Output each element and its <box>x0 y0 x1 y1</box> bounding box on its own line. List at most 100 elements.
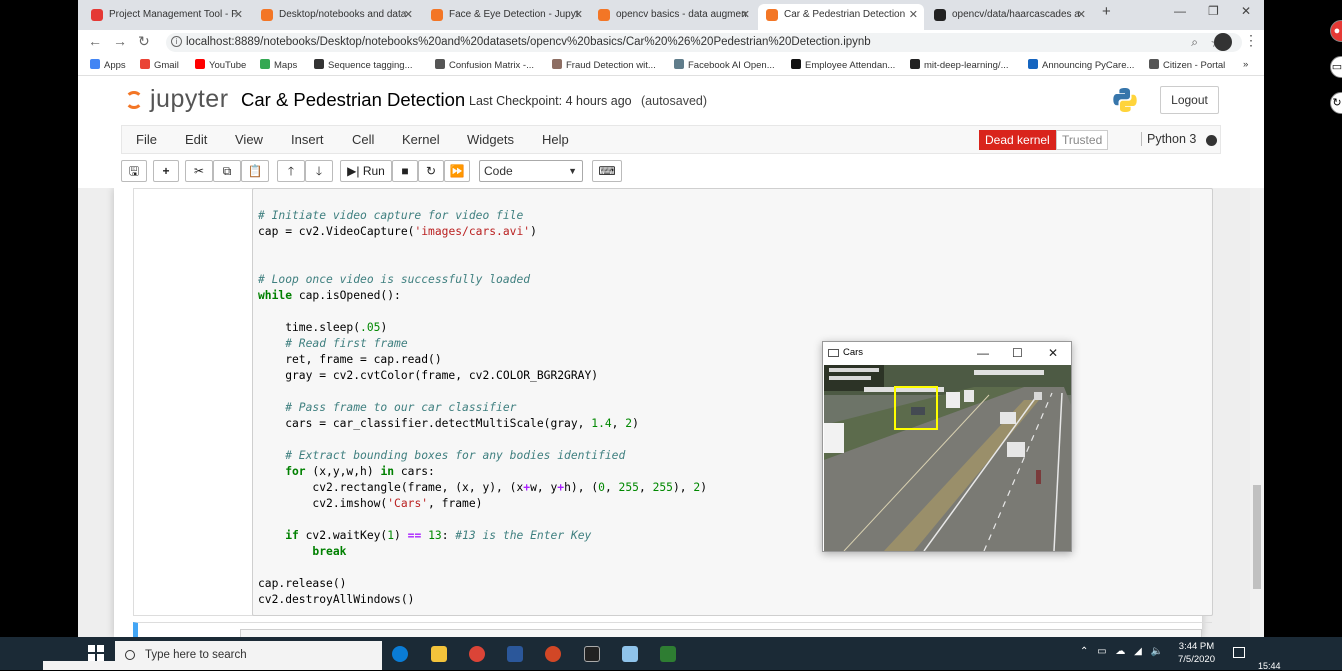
code-token: ) <box>530 225 537 238</box>
system-tray[interactable]: ⌃ ▭ ☁ ◢ 🔈 <box>1080 646 1166 657</box>
code-token: cap.release() <box>258 577 347 590</box>
bookmark-item[interactable]: Gmail <box>140 59 179 71</box>
code-line: gray = cv2.cvtColor(frame, cv2.COLOR_BGR… <box>258 368 707 384</box>
menu-edit[interactable]: Edit <box>185 132 207 147</box>
bookmark-item[interactable]: Announcing PyCare... <box>1028 59 1134 71</box>
browser-tab[interactable]: opencv/data/haarcascades a ✕ <box>926 4 1092 30</box>
next-code-cell[interactable] <box>133 622 1212 637</box>
tab-strip: Project Management Tool - F ✕ Desktop/note… <box>78 0 1264 30</box>
snowflake-app-icon[interactable] <box>622 646 638 662</box>
run-button[interactable]: ▶| Run <box>340 160 392 182</box>
tab-close-icon[interactable]: ✕ <box>909 4 918 26</box>
tab-favicon-icon <box>261 9 273 21</box>
bookmark-favicon-icon <box>552 59 562 69</box>
taskbar-clock[interactable]: 3:44 PM 7/5/2020 <box>1178 640 1215 666</box>
kernel-status-badge[interactable]: Dead kernel <box>979 130 1056 150</box>
edge-icon[interactable] <box>392 646 408 662</box>
bookmarks-overflow-icon[interactable]: » <box>1243 59 1248 70</box>
move-down-icon[interactable]: 🡓 <box>305 160 333 182</box>
interrupt-icon[interactable]: ■ <box>392 160 418 182</box>
zoom-icon[interactable]: ⌕ <box>1191 33 1198 52</box>
bookmark-item[interactable]: Apps <box>90 59 126 71</box>
opencv-window[interactable]: Cars — ☐ ✕ <box>822 341 1072 552</box>
bookmark-item[interactable]: Fraud Detection wit... <box>552 59 656 71</box>
tab-close-icon[interactable]: ✕ <box>234 4 243 26</box>
chrome-icon[interactable] <box>469 646 485 662</box>
forward-icon[interactable]: → <box>113 33 127 49</box>
video-frame <box>824 365 1071 551</box>
tab-close-icon[interactable]: ✕ <box>741 4 750 26</box>
terminal-icon[interactable] <box>584 646 600 662</box>
minimize-icon[interactable]: — <box>977 342 989 364</box>
file-explorer-icon[interactable] <box>431 646 447 662</box>
cut-icon[interactable]: ✂ <box>185 160 213 182</box>
browser-menu-icon[interactable]: ⋮ <box>1244 32 1258 49</box>
bookmark-item[interactable]: Citizen - Portal <box>1149 59 1225 71</box>
notifications-icon[interactable] <box>1233 647 1245 658</box>
tab-favicon-icon <box>91 9 103 21</box>
bookmark-item[interactable]: mit-deep-learning/... <box>910 59 1008 71</box>
browser-tab[interactable]: Face & Eye Detection - Jupyt ✕ <box>423 4 589 30</box>
python-app-icon[interactable] <box>660 646 676 662</box>
browser-tab[interactable]: Car & Pedestrian Detection ✕ <box>758 4 924 30</box>
code-token: #13 is the Enter Key <box>455 529 592 542</box>
restart-run-all-icon[interactable]: ⏩ <box>444 160 470 182</box>
profile-avatar[interactable] <box>1214 33 1232 51</box>
menu-insert[interactable]: Insert <box>291 132 324 147</box>
browser-tab[interactable]: Desktop/notebooks and data ✕ <box>253 4 419 30</box>
site-info-icon[interactable]: i <box>171 36 182 47</box>
window-restore-icon[interactable]: ❐ <box>1208 4 1219 18</box>
menu-kernel[interactable]: Kernel <box>402 132 440 147</box>
move-up-icon[interactable]: 🡑 <box>277 160 305 182</box>
window-close-icon[interactable]: ✕ <box>1241 4 1251 18</box>
notebook-name[interactable]: Car & Pedestrian Detection <box>241 89 465 111</box>
menu-widgets[interactable]: Widgets <box>467 132 514 147</box>
opencv-titlebar[interactable]: Cars — ☐ ✕ <box>823 342 1071 364</box>
tab-close-icon[interactable]: ✕ <box>404 4 413 26</box>
code-editor[interactable]: # Initiate video capture for video file c… <box>258 208 707 608</box>
menu-view[interactable]: View <box>235 132 263 147</box>
keyboard-icon[interactable]: ⌨ <box>592 160 622 182</box>
bookmark-item[interactable]: YouTube <box>195 59 246 71</box>
logout-button[interactable]: Logout <box>1160 86 1219 114</box>
bookmark-item[interactable]: Facebook AI Open... <box>674 59 775 71</box>
notebook-scrollbar[interactable] <box>1250 188 1264 637</box>
bookmark-item[interactable]: Employee Attendan... <box>791 59 895 71</box>
code-line: cv2.imshow('Cars', frame) <box>258 496 707 512</box>
code-token: , <box>638 481 653 494</box>
scrollbar-thumb[interactable] <box>1253 485 1261 589</box>
maximize-icon[interactable]: ☐ <box>1012 342 1023 364</box>
tab-close-icon[interactable]: ✕ <box>574 4 583 26</box>
window-minimize-icon[interactable]: — <box>1174 4 1186 18</box>
new-tab-button[interactable]: + <box>1102 3 1111 20</box>
paste-icon[interactable]: 📋 <box>241 160 269 182</box>
url-field[interactable]: i localhost:8889/notebooks/Desktop/noteb… <box>166 33 1242 52</box>
tab-close-icon[interactable]: ✕ <box>1077 4 1086 26</box>
menu-help[interactable]: Help <box>542 132 569 147</box>
restart-icon[interactable]: ↻ <box>418 160 444 182</box>
word-icon[interactable] <box>507 646 523 662</box>
reload-icon[interactable]: ↻ <box>138 33 150 50</box>
powerpoint-icon[interactable] <box>545 646 561 662</box>
code-token: time.sleep( <box>258 321 361 334</box>
windows-start-icon[interactable] <box>88 645 104 661</box>
back-icon[interactable]: ← <box>88 33 102 49</box>
insert-cell-icon[interactable]: + <box>153 160 179 182</box>
copy-icon[interactable]: ⧉ <box>213 160 241 182</box>
menu-file[interactable]: File <box>136 132 157 147</box>
cell-type-select[interactable]: Code ▼ <box>479 160 583 182</box>
save-icon[interactable]: 🖫 <box>121 160 147 182</box>
bookmark-item[interactable]: Sequence tagging... <box>314 59 413 71</box>
jupyter-logo[interactable]: jupyter <box>125 85 229 114</box>
close-icon[interactable]: ✕ <box>1048 342 1058 364</box>
bookmark-item[interactable]: Maps <box>260 59 297 71</box>
trusted-badge[interactable]: Trusted <box>1056 130 1109 150</box>
menu-bar: File Edit View Insert Cell Kernel Widget… <box>121 125 1221 154</box>
next-code-input[interactable] <box>240 629 1202 637</box>
menu-cell[interactable]: Cell <box>352 132 374 147</box>
browser-tab[interactable]: opencv basics - data augmen ✕ <box>590 4 756 30</box>
browser-tab[interactable]: Project Management Tool - F ✕ <box>83 4 249 30</box>
bookmark-item[interactable]: Confusion Matrix -... <box>435 59 534 71</box>
code-token: ) <box>700 481 707 494</box>
